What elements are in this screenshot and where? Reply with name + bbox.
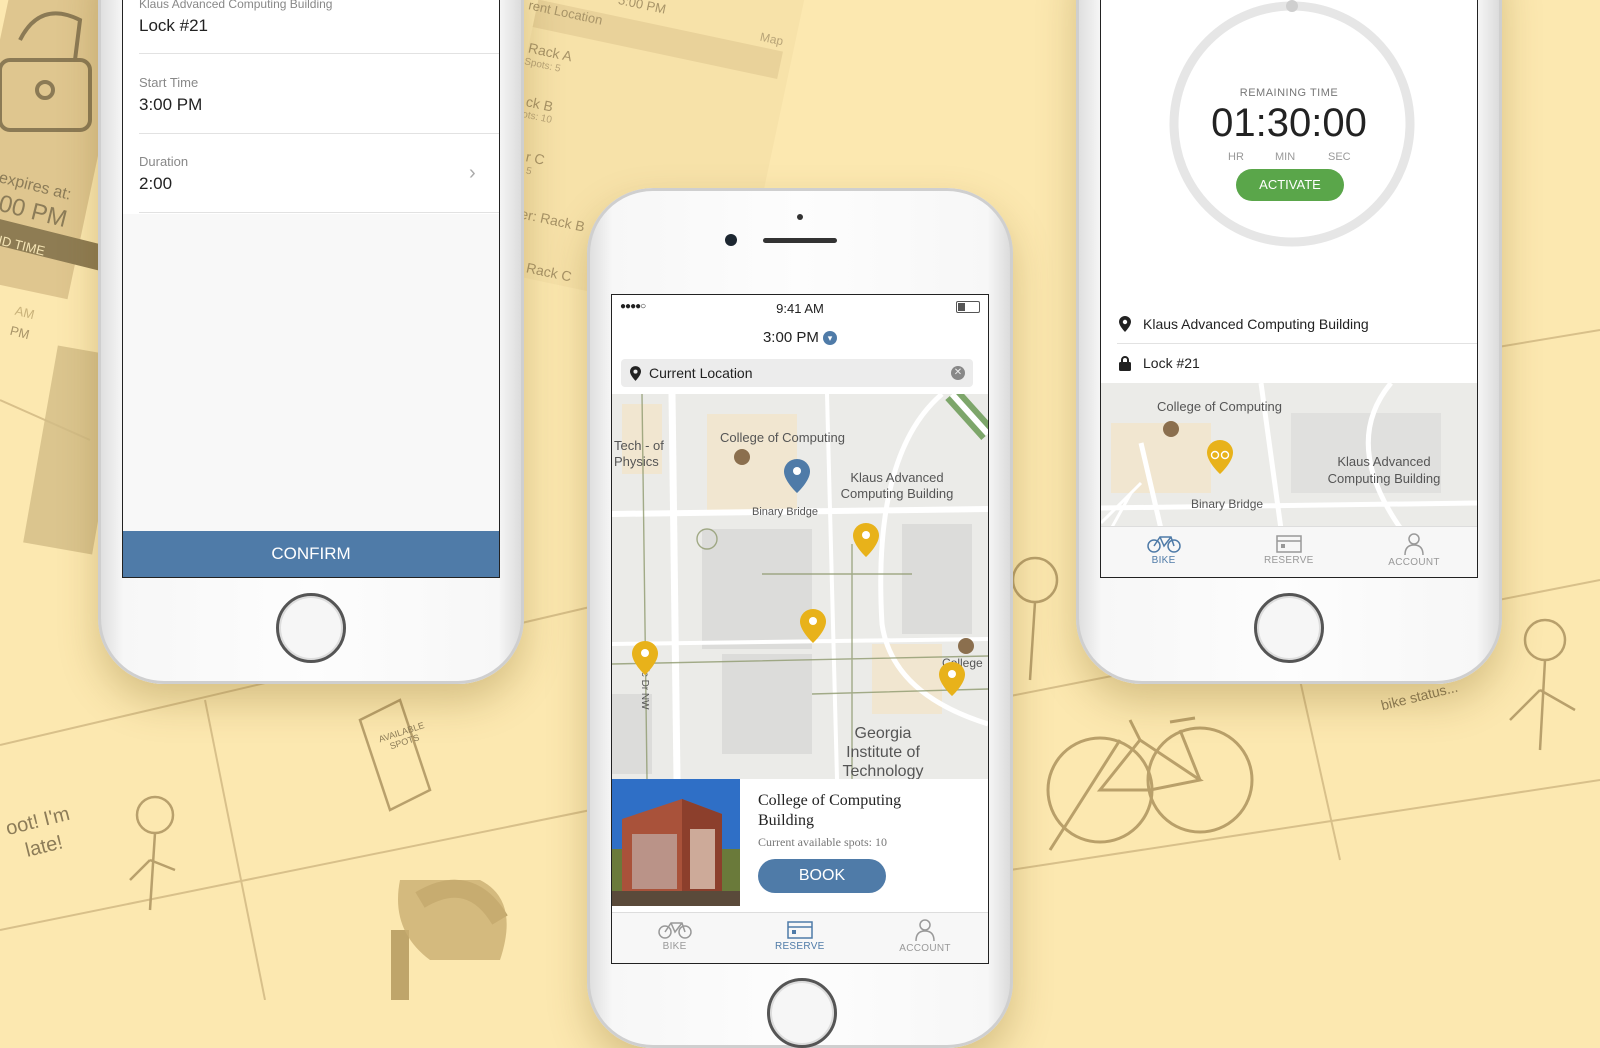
- bike-rack-pin[interactable]: [800, 609, 826, 643]
- college-marker-icon-2[interactable]: [958, 638, 974, 654]
- center-phone-screen: ●●●●○ 9:41 AM 3:00 PM ▾ Current Location…: [611, 294, 989, 964]
- battery-icon: [956, 301, 980, 313]
- status-time: 9:41 AM: [776, 301, 824, 316]
- time-selector[interactable]: 3:00 PM ▾: [612, 329, 988, 346]
- map-label-binary-bridge: Binary Bridge: [1191, 497, 1264, 511]
- bike-pin-icon[interactable]: [1207, 440, 1233, 474]
- speaker: [763, 238, 837, 243]
- clear-icon[interactable]: ✕: [951, 366, 965, 380]
- search-input[interactable]: Current Location: [649, 365, 753, 381]
- bike-icon: [1146, 536, 1181, 553]
- unit-min: MIN: [1275, 151, 1296, 163]
- map-label-klaus: Klaus Advanced Computing Building: [1327, 454, 1441, 486]
- map-label-klaus: Klaus Advanced Computing Building: [840, 470, 954, 501]
- tab-reserve[interactable]: RESERVE: [737, 913, 862, 963]
- proximity-sensor: [797, 214, 803, 220]
- location-pin-icon: [630, 366, 641, 381]
- start-time-label: Start Time: [139, 75, 199, 90]
- calendar-icon: [1276, 535, 1302, 553]
- tab-account[interactable]: ACCOUNT: [862, 913, 987, 963]
- home-button[interactable]: [767, 978, 837, 1048]
- college-of-computing-marker[interactable]: [1163, 421, 1179, 437]
- building-photo: [612, 779, 740, 906]
- location-card[interactable]: College of Computing Building Current av…: [612, 779, 988, 906]
- account-icon: [915, 919, 935, 941]
- map-label-georgia-tech: Georgia Institute of Technology: [842, 725, 924, 779]
- card-subtitle: Current available spots: 10: [758, 835, 887, 849]
- map-label-tech-physics: Tech - of Physics: [614, 438, 664, 469]
- duration-row[interactable]: Duration 2:00 ›: [123, 134, 499, 212]
- tab-bar: BIKE RESERVE ACCOUNT: [1101, 526, 1477, 577]
- tab-bike[interactable]: BIKE: [1101, 527, 1226, 577]
- unit-sec: SEC: [1328, 151, 1351, 163]
- tab-bike-label: BIKE: [1151, 555, 1176, 566]
- card-title: College of Computing Building: [758, 792, 902, 829]
- remaining-label: REMAINING TIME: [1239, 87, 1339, 99]
- center-phone: ●●●●○ 9:41 AM 3:00 PM ▾ Current Location…: [587, 188, 1013, 1048]
- map-label-college: College of Computing: [1157, 399, 1283, 414]
- selected-time: 3:00 PM: [762, 329, 819, 346]
- activate-button[interactable]: ACTIVATE: [1236, 169, 1344, 201]
- lock-value: Lock #21: [139, 16, 208, 35]
- mini-map[interactable]: College of Computing Klaus Advanced Comp…: [1101, 383, 1477, 529]
- home-button[interactable]: [1254, 593, 1324, 663]
- lock-icon: [1119, 356, 1131, 376]
- right-phone: REMAINING TIME 01:30:00 HR MIN SEC ACTIV…: [1076, 0, 1502, 684]
- main-map[interactable]: College of Computing Klaus Advanced Comp…: [612, 394, 988, 779]
- tab-bar: BIKE RESERVE ACCOUNT: [612, 912, 988, 963]
- duration-label: Duration: [139, 154, 189, 169]
- college-marker-icon[interactable]: [734, 449, 750, 465]
- location-pin-icon: [1119, 316, 1131, 337]
- home-button[interactable]: [276, 593, 346, 663]
- left-phone-screen: Klaus Advanced Computing Building Lock #…: [122, 0, 500, 578]
- tab-reserve[interactable]: RESERVE: [1226, 527, 1351, 577]
- bike-rack-pin[interactable]: [632, 641, 658, 675]
- search-bar[interactable]: Current Location ✕: [621, 359, 973, 387]
- lock-text: Lock #21: [1143, 355, 1200, 371]
- duration-value: 2:00: [139, 174, 173, 193]
- chevron-down-icon: ▾: [823, 331, 838, 346]
- front-camera: [725, 234, 737, 246]
- account-icon: [1404, 533, 1424, 555]
- map-label-binary-bridge: Binary Bridge: [752, 506, 819, 518]
- bike-rack-pin[interactable]: [853, 523, 879, 557]
- start-time-value[interactable]: 3:00 PM: [139, 95, 202, 115]
- bike-rack-pin[interactable]: [939, 662, 965, 696]
- confirm-button[interactable]: CONFIRM: [123, 531, 499, 577]
- tab-account-label: ACCOUNT: [1388, 557, 1440, 568]
- bike-icon: [657, 922, 692, 939]
- timer-display: 01:30:00: [1211, 101, 1367, 145]
- building-label: Klaus Advanced Computing Building: [139, 0, 333, 11]
- unit-hr: HR: [1228, 151, 1244, 163]
- tab-reserve-label: RESERVE: [1263, 555, 1314, 566]
- location-text: Klaus Advanced Computing Building: [1143, 316, 1369, 332]
- book-button[interactable]: BOOK: [758, 859, 886, 893]
- right-phone-screen: REMAINING TIME 01:30:00 HR MIN SEC ACTIV…: [1100, 0, 1478, 578]
- tab-account[interactable]: ACCOUNT: [1351, 527, 1476, 577]
- calendar-icon: [787, 921, 813, 939]
- tab-bike-label: BIKE: [662, 941, 687, 952]
- chevron-right-icon: ›: [469, 162, 476, 184]
- left-phone: Klaus Advanced Computing Building Lock #…: [98, 0, 524, 684]
- tab-reserve-label: RESERVE: [774, 941, 825, 952]
- tab-bike[interactable]: BIKE: [612, 913, 737, 963]
- selected-location-pin[interactable]: [784, 459, 810, 493]
- tab-account-label: ACCOUNT: [899, 943, 951, 954]
- map-label-college: College of Computing: [720, 430, 846, 445]
